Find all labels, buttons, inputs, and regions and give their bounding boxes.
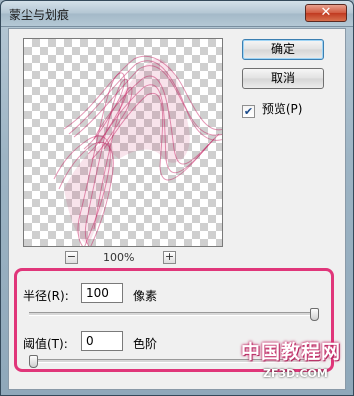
cancel-button[interactable]: 取消 [242,68,324,89]
radius-input[interactable]: 100 [81,283,123,303]
zoom-level: 100% [103,251,135,264]
preview-canvas[interactable] [23,38,223,247]
title-bar[interactable]: 蒙尘与划痕 ✕ [1,1,353,27]
threshold-label: 阈值(T): [23,337,68,351]
threshold-input[interactable]: 0 [81,331,123,351]
ok-button[interactable]: 确定 [242,39,324,60]
preview-checkbox[interactable]: ✔ [242,105,255,118]
preview-checkbox-row[interactable]: ✔ 预览(P) [242,100,303,118]
radius-label: 半径(R): [23,289,69,303]
threshold-unit: 色阶 [133,337,158,351]
parameters-highlight [14,268,334,372]
threshold-slider-track[interactable] [29,359,319,363]
radius-unit: 像素 [133,289,158,303]
close-button[interactable]: ✕ [305,4,347,22]
zoom-in-button[interactable]: + [163,251,176,264]
zoom-out-button[interactable]: − [65,251,78,264]
dialog-body: − 100% + 确定 取消 ✔ 预览(P) 半径(R): 100 像素 阈值(… [8,28,346,390]
threshold-slider-thumb[interactable] [29,355,38,368]
preview-checkbox-label: 预览(P) [261,102,303,116]
dialog-title: 蒙尘与划痕 [9,8,70,22]
zoom-controls: − 100% + [23,251,223,267]
radius-slider-track[interactable] [29,312,319,316]
radius-slider-thumb[interactable] [310,308,319,321]
filter-preview-image [53,55,222,246]
dialog-window: 蒙尘与划痕 ✕ − 100% + 确定 取消 ✔ 预览(P) 半径(R): 10… [0,0,354,396]
